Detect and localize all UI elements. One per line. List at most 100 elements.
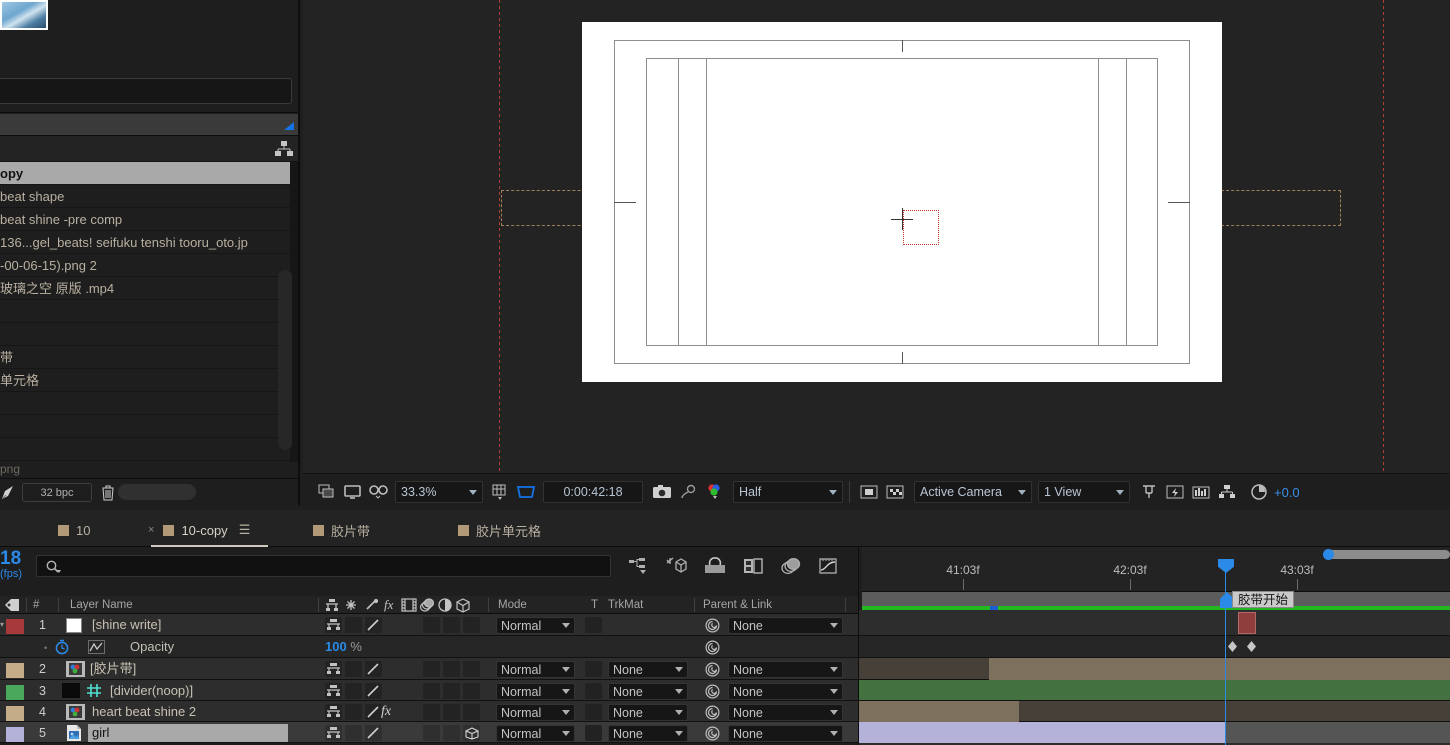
parent-dropdown[interactable]: None — [728, 661, 843, 678]
pixel-aspect-correction-icon[interactable] — [1136, 480, 1162, 504]
frame-blend-switch[interactable] — [423, 683, 440, 699]
blend-mode-dropdown[interactable]: Normal — [496, 617, 575, 634]
show-channel-icon[interactable] — [701, 480, 727, 504]
time-navigator-bar[interactable] — [1325, 550, 1450, 559]
current-time-field[interactable]: 0:00:42:18 — [543, 481, 643, 503]
motion-blur-switch[interactable] — [443, 683, 460, 699]
table-row[interactable]: 3 [divider(noop)] Normal None None — [0, 680, 858, 701]
tab-10[interactable]: 10 — [58, 518, 90, 542]
quality-switch[interactable] — [365, 661, 382, 677]
motion-blur-switch[interactable] — [443, 661, 460, 677]
motion-blur-switch[interactable] — [443, 725, 460, 741]
parent-pickwhip-icon[interactable] — [705, 726, 720, 741]
layer-color-swatch[interactable] — [6, 663, 24, 678]
layer-color-swatch[interactable] — [6, 706, 24, 721]
frame-blend-switch[interactable] — [423, 617, 440, 633]
resolution-dropdown[interactable]: Half — [733, 481, 843, 503]
project-item[interactable] — [0, 300, 300, 323]
parent-dropdown[interactable]: None — [728, 725, 843, 742]
table-row[interactable]: 4 heart beat shine 2 fx Normal None None — [0, 701, 858, 722]
flowchart-icon[interactable] — [274, 140, 294, 158]
parent-dropdown[interactable]: None — [728, 704, 843, 721]
motion-blur-icon[interactable] — [780, 557, 801, 575]
layer-name[interactable]: heart beat shine 2 — [88, 703, 200, 721]
3d-switch[interactable] — [463, 704, 480, 720]
column-header-t[interactable]: T — [591, 599, 598, 611]
track-matte-dropdown[interactable]: None — [608, 725, 688, 742]
project-footer-pill[interactable] — [118, 484, 196, 500]
layer-color-swatch[interactable] — [6, 619, 24, 634]
layer-name[interactable]: [divider(noop)] — [106, 682, 197, 700]
table-row[interactable]: 5 girl Normal None None — [0, 722, 858, 743]
comp-marker-label[interactable]: 胶带开始 — [1232, 591, 1295, 608]
blend-mode-dropdown[interactable]: Normal — [496, 683, 575, 700]
quality-switch[interactable] — [365, 617, 382, 633]
layer-bar-film-strip[interactable] — [989, 658, 1450, 680]
preserve-transparency-switch[interactable] — [585, 683, 602, 699]
collapse-switch[interactable] — [345, 683, 362, 699]
graph-editor-icon[interactable] — [818, 557, 838, 575]
shy-switch[interactable] — [325, 617, 342, 633]
draft-3d-icon[interactable] — [665, 557, 687, 576]
layer-color-swatch[interactable] — [6, 685, 24, 700]
collapse-switch[interactable] — [345, 725, 362, 741]
track-matte-dropdown[interactable]: None — [608, 683, 688, 700]
fast-previews-icon[interactable] — [1162, 480, 1188, 504]
keyframe-marker[interactable] — [1228, 641, 1237, 652]
expand-arrow-icon[interactable]: ▾ — [0, 620, 4, 629]
project-item[interactable]: opy — [0, 162, 300, 185]
3d-switch[interactable] — [463, 683, 480, 699]
project-item[interactable]: beat shape — [0, 185, 300, 208]
hide-shy-layers-icon[interactable] — [704, 557, 726, 575]
always-preview-this-view-icon[interactable] — [313, 480, 339, 504]
motion-blur-switch[interactable] — [443, 617, 460, 633]
shy-switch[interactable] — [325, 683, 342, 699]
project-column-header[interactable] — [0, 114, 300, 136]
quality-switch[interactable] — [365, 704, 382, 720]
track-row[interactable] — [859, 658, 1450, 680]
blend-mode-dropdown[interactable]: Normal — [496, 661, 575, 678]
toggle-mask-paths-icon[interactable] — [856, 480, 882, 504]
project-item[interactable] — [0, 438, 300, 461]
take-snapshot-icon[interactable] — [649, 480, 675, 504]
composition-viewer[interactable] — [303, 0, 1450, 473]
column-header-index[interactable]: # — [33, 599, 39, 611]
parent-dropdown[interactable]: None — [728, 683, 843, 700]
delete-icon[interactable] — [100, 484, 116, 501]
frame-blend-switch[interactable] — [423, 704, 440, 720]
comp-flowchart-icon[interactable] — [1214, 480, 1240, 504]
blend-mode-dropdown[interactable]: Normal — [496, 704, 575, 721]
selected-layer-bounding-box[interactable] — [903, 210, 939, 245]
track-row[interactable] — [859, 610, 1450, 636]
layer-name[interactable]: [胶片带] — [86, 660, 140, 678]
track-row[interactable] — [859, 722, 1450, 743]
frame-blend-switch[interactable] — [423, 725, 440, 741]
track-row[interactable] — [859, 680, 1450, 701]
project-item[interactable]: 136...gel_beats! seifuku tenshi tooru_ot… — [0, 231, 300, 254]
project-item[interactable] — [0, 323, 300, 346]
current-time-indicator-line[interactable] — [1225, 559, 1226, 745]
project-item[interactable]: 带 — [0, 346, 300, 369]
table-row[interactable]: ▾ 1 [shine write] Normal None — [0, 614, 858, 636]
collapse-switch[interactable] — [345, 617, 362, 633]
layer-name[interactable]: girl — [88, 724, 288, 742]
reset-exposure-icon[interactable] — [1246, 480, 1272, 504]
motion-blur-switch[interactable] — [443, 704, 460, 720]
panel-menu-icon[interactable]: ☰ — [239, 522, 251, 538]
quality-switch[interactable] — [365, 683, 382, 699]
project-item[interactable]: beat shine -pre comp — [0, 208, 300, 231]
magnification-dropdown[interactable]: 33.3% — [395, 481, 483, 503]
comp-canvas[interactable] — [582, 22, 1222, 382]
layer-bar-shine-write[interactable] — [1238, 612, 1256, 634]
timeline-icon[interactable] — [1188, 480, 1214, 504]
stopwatch-icon[interactable] — [54, 639, 70, 655]
project-search-input[interactable] — [0, 78, 292, 104]
track-matte-dropdown[interactable]: None — [608, 661, 688, 678]
keyframe-marker[interactable] — [1247, 641, 1256, 652]
new-composition-icon[interactable] — [0, 484, 18, 502]
timeline-track-area[interactable] — [859, 610, 1450, 745]
project-item[interactable]: 玻璃之空 原版 .mp4 — [0, 277, 300, 300]
parent-pickwhip-icon[interactable] — [705, 640, 720, 655]
tab-10-copy[interactable]: × 10-copy ☰ — [148, 518, 250, 542]
shy-switch[interactable] — [325, 725, 342, 741]
